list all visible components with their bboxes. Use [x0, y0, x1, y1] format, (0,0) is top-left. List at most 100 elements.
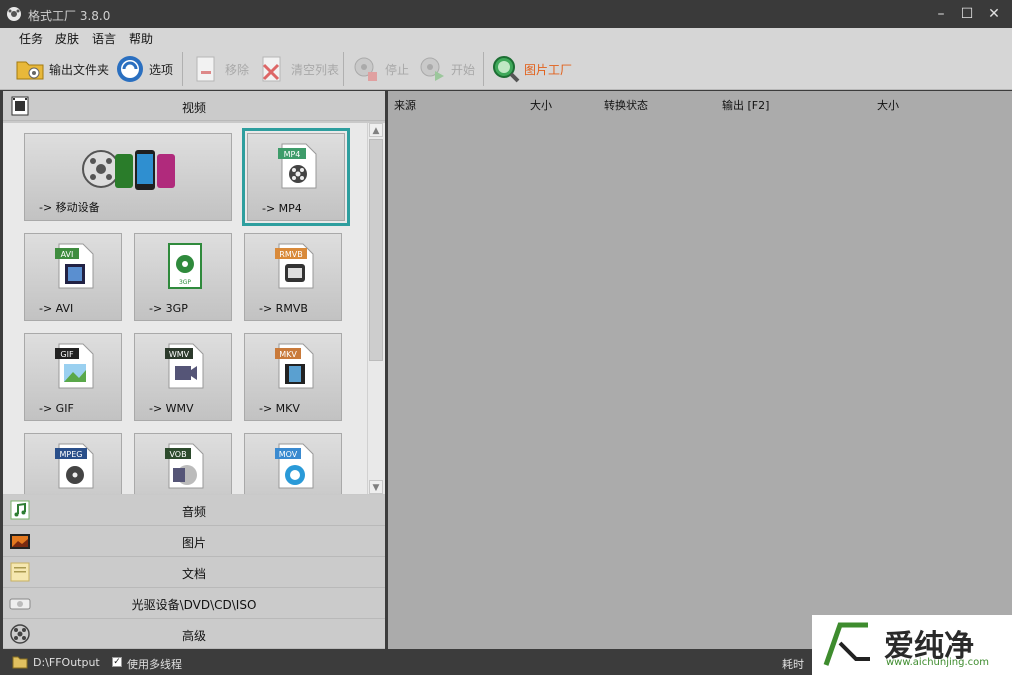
- rmvb-badge: RMVB: [279, 250, 302, 259]
- mov-file-icon: MOV: [275, 443, 314, 489]
- menu-skin[interactable]: 皮肤: [55, 30, 79, 47]
- mkv-file-icon: MKV: [275, 343, 314, 389]
- clear-x-icon: [262, 56, 281, 82]
- 3gp-file-icon: 3GP: [168, 243, 202, 289]
- menu-task[interactable]: 任务: [19, 30, 43, 47]
- tile-mkv[interactable]: MKV -> MKV: [244, 333, 342, 421]
- tile-label: -> RMVB: [259, 302, 308, 315]
- category-rom-device-label: 光驱设备\DVD\CD\ISO: [131, 598, 257, 612]
- remove-doc-icon: [196, 56, 215, 82]
- column-size[interactable]: 大小: [530, 97, 552, 113]
- multithread-label: 使用多线程: [127, 658, 182, 671]
- column-output[interactable]: 输出 [F2]: [722, 97, 769, 113]
- tile-3gp[interactable]: 3GP -> 3GP: [134, 233, 232, 321]
- tile-mp4[interactable]: MP4 -> MP4: [242, 128, 350, 226]
- toolbar: 输出文件夹 选项 移除 清空列表 停止 开始 图片工厂: [0, 48, 1012, 90]
- category-document[interactable]: 文档: [3, 557, 385, 588]
- column-source[interactable]: 来源: [394, 97, 416, 113]
- mpeg-file-icon: MPEG: [55, 443, 94, 489]
- category-document-label: 文档: [181, 567, 206, 581]
- multithread-checkbox[interactable]: ✓: [112, 657, 122, 667]
- mobile-device-icon: [82, 150, 175, 190]
- menu-help[interactable]: 帮助: [129, 30, 153, 47]
- toolbar-separator: [182, 52, 183, 86]
- tile-avi[interactable]: AVI -> AVI: [24, 233, 122, 321]
- mp4-file-icon: MP4: [278, 143, 317, 189]
- scroll-down-icon[interactable]: ▼: [369, 480, 383, 494]
- gif-badge: GIF: [60, 350, 74, 359]
- rmvb-file-icon: RMVB: [275, 243, 314, 289]
- scroll-up-icon[interactable]: ▲: [369, 123, 383, 137]
- clear-list-label: 清空列表: [291, 62, 340, 77]
- output-path[interactable]: D:\FFOutput: [33, 656, 100, 669]
- elapsed-label: 耗时: [782, 658, 804, 671]
- app-logo-icon: [7, 7, 21, 21]
- tile-mov[interactable]: MOV: [244, 433, 342, 494]
- tile-gif[interactable]: GIF -> GIF: [24, 333, 122, 421]
- tile-label: -> MP4: [262, 202, 302, 215]
- category-advanced[interactable]: 高级: [3, 619, 385, 649]
- watermark-logo-icon: [823, 622, 870, 666]
- category-picture[interactable]: 图片: [3, 526, 385, 557]
- gif-file-icon: GIF: [55, 343, 94, 389]
- format-grid: -> 移动设备 MP4 -> MP4 AVI -> AVI 3GP -> 3GP…: [3, 123, 385, 494]
- watermark-url: www.aichunjing.com: [886, 657, 989, 668]
- tile-label: -> 移动设备: [39, 201, 100, 214]
- tile-vob[interactable]: VOB: [134, 433, 232, 494]
- clear-list-button[interactable]: 清空列表: [256, 52, 339, 86]
- tile-label: -> MKV: [259, 402, 300, 415]
- tile-label: -> 3GP: [149, 302, 188, 315]
- tile-mobile-device[interactable]: -> 移动设备: [24, 133, 232, 221]
- output-folder-button[interactable]: 输出文件夹: [14, 52, 109, 86]
- 3gp-badge: 3GP: [179, 279, 191, 286]
- mkv-badge: MKV: [279, 350, 297, 359]
- category-audio-label: 音频: [181, 505, 206, 519]
- watermark-logo: 爱纯净 www.aichunjing.com: [812, 615, 1012, 675]
- menu-language[interactable]: 语言: [92, 30, 116, 47]
- stop-label: 停止: [385, 62, 410, 77]
- maximize-button[interactable]: ☐: [956, 4, 978, 24]
- stop-button[interactable]: 停止: [350, 52, 409, 86]
- category-rom-device[interactable]: 光驱设备\DVD\CD\ISO: [3, 588, 385, 619]
- start-button[interactable]: 开始: [416, 52, 475, 86]
- output-folder-icon[interactable]: [12, 655, 28, 669]
- vob-badge: VOB: [169, 450, 186, 459]
- remove-label: 移除: [225, 62, 250, 77]
- picture-factory-label: 图片工厂: [524, 62, 573, 77]
- toolbar-separator: [483, 52, 484, 86]
- tile-wmv[interactable]: WMV -> WMV: [134, 333, 232, 421]
- vob-file-icon: VOB: [165, 443, 204, 489]
- format-grid-scrollbar[interactable]: ▲ ▼: [367, 123, 383, 494]
- tile-label: -> GIF: [39, 402, 74, 415]
- options-button[interactable]: 选项: [114, 52, 173, 86]
- tile-label: -> WMV: [149, 402, 194, 415]
- options-gear-icon: [117, 56, 143, 82]
- tile-label: -> AVI: [39, 302, 74, 315]
- category-advanced-label: 高级: [181, 629, 206, 643]
- toolbar-separator: [343, 52, 344, 86]
- close-button[interactable]: ✕: [983, 4, 1005, 24]
- output-folder-label: 输出文件夹: [49, 62, 110, 77]
- menu-bar: 任务 皮肤 语言 帮助: [0, 28, 1012, 48]
- tile-rmvb[interactable]: RMVB -> RMVB: [244, 233, 342, 321]
- tile-mpeg[interactable]: MPEG: [24, 433, 122, 494]
- column-status[interactable]: 转换状态: [604, 97, 648, 113]
- task-list[interactable]: 来源 大小 转换状态 输出 [F2] 大小: [388, 91, 1012, 649]
- start-label: 开始: [451, 62, 476, 77]
- picture-factory-magnifier-icon: [493, 56, 520, 83]
- category-video-label: 视频: [181, 101, 206, 115]
- column-output-size[interactable]: 大小: [877, 97, 899, 113]
- minimize-button[interactable]: –: [930, 4, 952, 24]
- scroll-thumb[interactable]: [369, 139, 383, 361]
- category-video[interactable]: 视频: [3, 91, 385, 121]
- avi-file-icon: AVI: [55, 243, 94, 289]
- start-gear-icon: [420, 57, 444, 81]
- picture-factory-button[interactable]: 图片工厂: [489, 52, 572, 86]
- category-audio[interactable]: 音频: [3, 495, 385, 526]
- avi-badge: AVI: [61, 250, 74, 259]
- remove-button[interactable]: 移除: [190, 52, 249, 86]
- title-bar: 格式工厂 3.8.0 – ☐ ✕: [0, 0, 1012, 28]
- mpeg-badge: MPEG: [60, 450, 83, 459]
- options-label: 选项: [149, 62, 174, 77]
- stop-gear-icon: [354, 57, 377, 81]
